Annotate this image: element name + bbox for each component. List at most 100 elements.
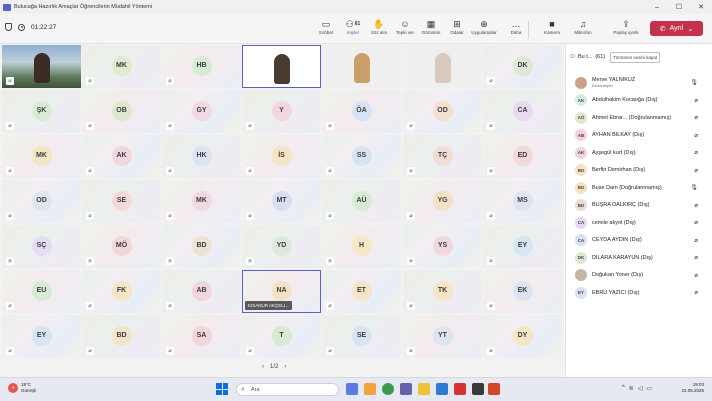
- mcafee-icon[interactable]: [454, 383, 466, 395]
- participant-tile[interactable]: DY ⌀: [483, 315, 562, 358]
- participant-tile[interactable]: YT ⌀: [403, 315, 482, 358]
- participant-tile[interactable]: SE ⌀: [82, 180, 161, 223]
- participant-tile[interactable]: BD ⌀: [162, 225, 241, 268]
- participant-tile[interactable]: DK ⌀: [483, 45, 562, 88]
- toolbar-button-share[interactable]: ⇪ Paylaş içerik: [613, 18, 639, 42]
- participant-row[interactable]: AK Ayşegül kurt (Dış) ⌀: [566, 144, 712, 162]
- participant-row[interactable]: AB AYHAN BİLKAY (Dış) ⌀: [566, 127, 712, 145]
- toolbar-button-apps[interactable]: ⊕ Uygulamalar: [471, 18, 497, 42]
- participant-tile[interactable]: TK ⌀: [403, 270, 482, 313]
- toolbar-button-camera[interactable]: ■ Kamera: [539, 18, 565, 42]
- participant-tile[interactable]: OB ⌀: [82, 90, 161, 133]
- participant-tile[interactable]: BD ⌀: [82, 315, 161, 358]
- participant-tile[interactable]: CA ⌀: [483, 90, 562, 133]
- maximize-button[interactable]: ☐: [668, 0, 690, 14]
- participant-tile[interactable]: AÜ ⌀: [322, 180, 401, 223]
- participant-tile[interactable]: AB ⌀: [162, 270, 241, 313]
- leave-button[interactable]: ✆ Ayrıl ⌄: [650, 21, 703, 36]
- participant-row[interactable]: DK DİLARA KARAYUN (Dış) ⌀: [566, 249, 712, 267]
- participant-tile[interactable]: HK ⌀: [162, 135, 241, 178]
- panel-title[interactable]: Bu t...: [578, 54, 592, 60]
- weather-widget[interactable]: ☀ 19°C Güneşli: [8, 382, 36, 394]
- participant-row[interactable]: EY EBRU YAZICI (Dış) ⌀: [566, 284, 712, 302]
- clock[interactable]: 19:03 22.05.2025: [681, 382, 704, 394]
- file-explorer-icon[interactable]: [418, 383, 430, 395]
- participant-video[interactable]: ⌀: [2, 45, 81, 88]
- chevron-down-icon[interactable]: ⌄: [687, 25, 693, 33]
- participant-tile[interactable]: ŞK ⌀: [2, 90, 81, 133]
- participant-tile[interactable]: TÇ ⌀: [403, 135, 482, 178]
- chrome-icon[interactable]: [382, 383, 394, 395]
- task-view-icon[interactable]: [346, 383, 358, 395]
- participant-tile[interactable]: YD ⌀: [242, 225, 321, 268]
- volume-icon[interactable]: ◁: [638, 385, 643, 392]
- participant-row[interactable]: CA CEYDA AYDIN (Dış) ⌀: [566, 232, 712, 250]
- toolbar-button-chat[interactable]: ▭ Sohbet: [313, 18, 339, 42]
- participant-video[interactable]: [242, 45, 321, 88]
- participant-video[interactable]: [322, 45, 401, 88]
- edge-icon[interactable]: [436, 383, 448, 395]
- toolbar-button-raise-hand[interactable]: ✋ Söz alın: [366, 18, 392, 42]
- participant-tile[interactable]: EY ⌀: [2, 315, 81, 358]
- participant-tile[interactable]: MK ⌀: [2, 135, 81, 178]
- participant-row[interactable]: AÖ Ahmet Ebrar... (Doğrulanmamış) ⌀: [566, 109, 712, 127]
- participant-tile[interactable]: SÇ ⌀: [2, 225, 81, 268]
- powerpoint-icon[interactable]: [488, 383, 500, 395]
- participant-row[interactable]: CA cemile akyol (Dış) ⌀: [566, 214, 712, 232]
- toolbar-button-people[interactable]: ⚇61 Kişiler: [340, 18, 366, 42]
- participant-row[interactable]: AK Abdulhakim Kocaoğa (Dış) ⌀: [566, 92, 712, 110]
- participant-tile[interactable]: AK ⌀: [82, 135, 161, 178]
- battery-icon[interactable]: ▭: [646, 385, 652, 392]
- participant-row[interactable]: BD Buse Dam (Doğrulanmamış) 🎙: [566, 179, 712, 197]
- participant-row[interactable]: Merve YALNIKUZ Düzenleyici 🎙: [566, 74, 712, 92]
- toolbar-button-rooms[interactable]: ⊞ Odalar: [444, 18, 470, 42]
- participant-tile[interactable]: OD ⌀: [403, 90, 482, 133]
- participant-tile[interactable]: Y ⌀: [242, 90, 321, 133]
- toolbar-button-react[interactable]: ☺ Tepki ver: [392, 18, 418, 42]
- participant-tile[interactable]: EU ⌀: [2, 270, 81, 313]
- participant-tile[interactable]: HB ⌀: [162, 45, 241, 88]
- participant-tile[interactable]: MK ⌀: [162, 180, 241, 223]
- participant-tile[interactable]: EY ⌀: [483, 225, 562, 268]
- participant-row[interactable]: BD BÜŞRA DALKIRÇ (Dış) ⌀: [566, 197, 712, 215]
- participant-tile[interactable]: SS ⌀: [322, 135, 401, 178]
- mute-all-button[interactable]: Tümünün sesini kapat: [610, 51, 661, 63]
- copilot-icon[interactable]: [364, 383, 376, 395]
- prev-page-button[interactable]: ‹: [262, 364, 264, 370]
- participant-name: DİLARA KARAYUN (Dış): [592, 254, 653, 261]
- participant-tile[interactable]: GY ⌀: [162, 90, 241, 133]
- participant-tile[interactable]: ET ⌀: [322, 270, 401, 313]
- participant-tile[interactable]: MK ⌀: [82, 45, 161, 88]
- participant-tile[interactable]: MÖ ⌀: [82, 225, 161, 268]
- participant-tile[interactable]: YS ⌀: [403, 225, 482, 268]
- toolbar-button-mic[interactable]: ♫ Mikrofon: [570, 18, 596, 42]
- participant-tile[interactable]: OD ⌀: [2, 180, 81, 223]
- participant-row[interactable]: Doğukan Yoner (Dış) ⌀: [566, 267, 712, 285]
- taskbar-search[interactable]: Ara: [236, 383, 339, 396]
- participant-tile[interactable]: SA ⌀: [162, 315, 241, 358]
- participant-tile[interactable]: YG ⌀: [403, 180, 482, 223]
- chevron-up-icon[interactable]: ^: [622, 385, 625, 392]
- participant-tile[interactable]: H ⌀: [322, 225, 401, 268]
- teams-taskbar-icon[interactable]: [400, 383, 412, 395]
- store-icon[interactable]: [472, 383, 484, 395]
- wifi-icon[interactable]: ≋: [629, 385, 634, 392]
- participant-tile[interactable]: EK ⌀: [483, 270, 562, 313]
- participant-tile[interactable]: FK ⌀: [82, 270, 161, 313]
- participant-tile[interactable]: T ⌀: [242, 315, 321, 358]
- participant-tile[interactable]: ÖA ⌀: [322, 90, 401, 133]
- minimize-button[interactable]: –: [646, 0, 668, 14]
- close-window-button[interactable]: ✕: [690, 0, 712, 14]
- participant-tile[interactable]: MS ⌀: [483, 180, 562, 223]
- participant-tile[interactable]: MT ⌀: [242, 180, 321, 223]
- participant-tile[interactable]: SE ⌀: [322, 315, 401, 358]
- participant-video[interactable]: [403, 45, 482, 88]
- participant-tile[interactable]: İS ⌀: [242, 135, 321, 178]
- toolbar-button-more[interactable]: … Daha: [503, 18, 529, 42]
- participant-tile[interactable]: ED ⌀: [483, 135, 562, 178]
- participant-tile[interactable]: NA KISANUR AKÇELI...: [242, 270, 321, 313]
- next-page-button[interactable]: ›: [284, 364, 286, 370]
- participant-row[interactable]: BD Berfin Demirhan (Dış) ⌀: [566, 162, 712, 180]
- toolbar-button-view[interactable]: ▦ Görünüm: [418, 18, 444, 42]
- start-button[interactable]: [216, 383, 228, 395]
